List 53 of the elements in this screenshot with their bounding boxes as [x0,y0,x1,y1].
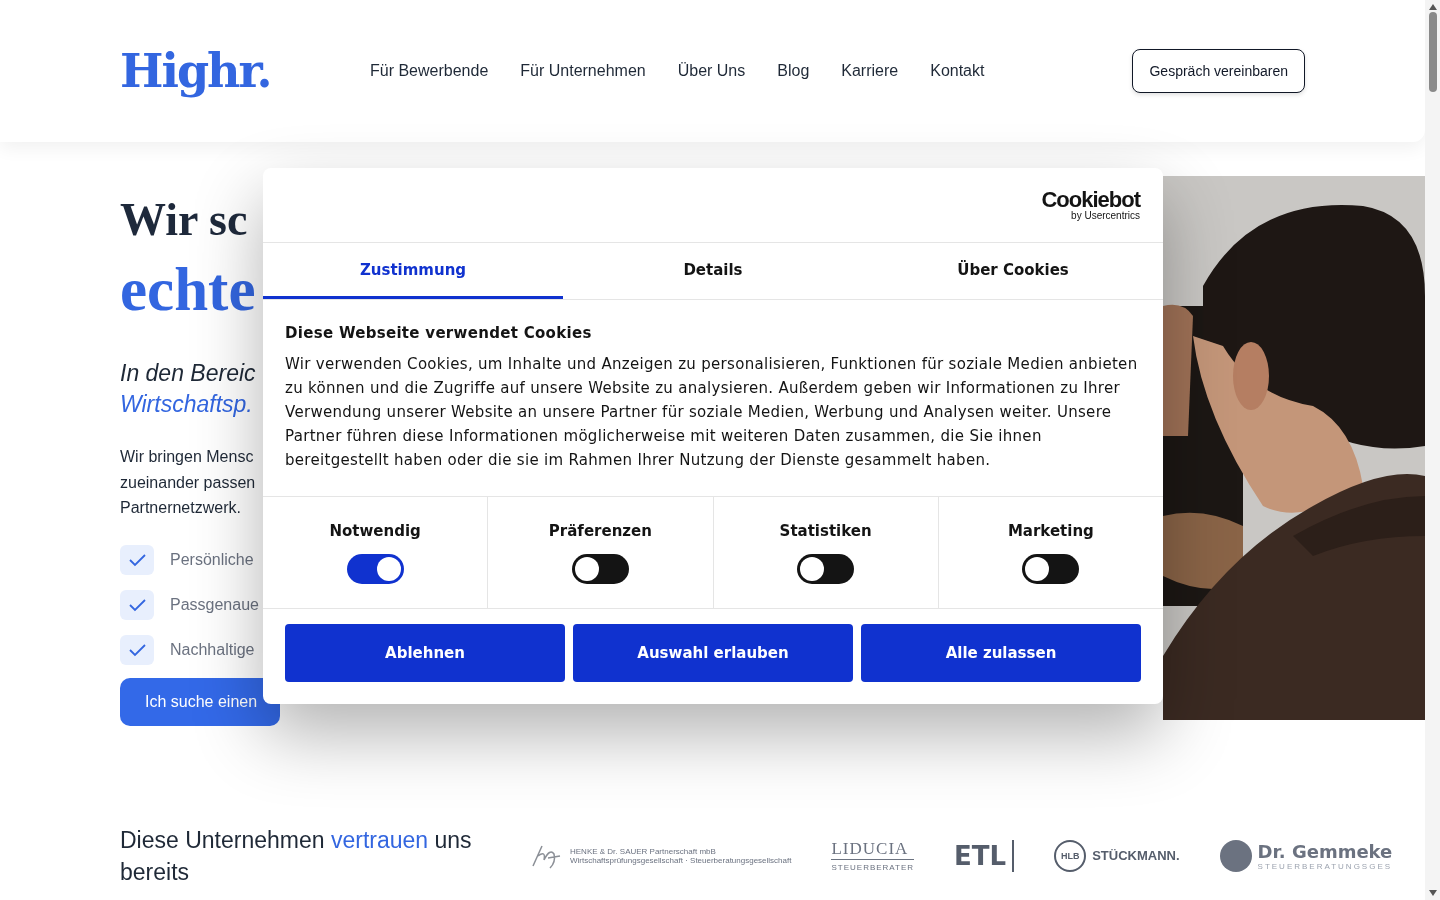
toggle-switch[interactable] [797,553,855,584]
brand-subtitle: by Usercentrics [1071,211,1140,221]
appointment-button[interactable]: Gespräch vereinbaren [1132,49,1305,93]
subheading-line: Wirtschaftsp. [120,390,254,419]
feature-label: Persönliche [170,550,254,569]
category-label: Präferenzen [548,521,652,540]
subheading-line: In den Bereic [120,359,257,388]
dialog-text: Wir verwenden Cookies, um Inhalte und Anzeigen zu personalisieren, Funktionen für soziale Medien anbieten zu können und die Zugriffe auf unsere Website zu analysieren. Außerdem geben wir Informationen zu Ihrer Verwendung unserer Website an unsere Partner für soziale Medien, Werbung und Analysen weiter. Unsere Partner führen diese Informationen möglicherweise mit weiteren Daten zusammen, die Sie ihnen bereitgestellt haben oder die sie im Rahmen Ihrer Nutzung der Dienste gesammelt haben. [285,354,1139,471]
logo-name: LIDUCIA [831,839,915,860]
logo-name: ETL [954,840,1007,871]
logo-name: STÜCKMANN. [1092,848,1180,863]
toggle-switch[interactable] [1022,553,1080,584]
intro-paragraph: Wir bringen Mensc zueinander passen Partnernetzwerk. [120,447,257,518]
logo-tagline: STEUERBERATER [831,863,915,872]
checkmark-icon [120,634,154,665]
nav-link[interactable]: Kontakt [930,62,985,80]
logo-tagline: Wirtschaftsprüfungsgesellschaft · Steuerberatungsgesellschaft [570,855,792,865]
scroll-down-icon[interactable] [1428,890,1437,896]
nav-link[interactable]: Für Unternehmen [520,62,646,80]
feature-label: Nachhaltige [170,640,255,659]
headline-line: echte [120,255,257,325]
scrollbar-thumb[interactable] [1428,12,1437,92]
category-label: Statistiken [779,521,872,540]
section-title: Diese Unternehmen vertrauen uns bereits [120,825,473,887]
checkmark-icon [120,589,154,620]
nav-link[interactable]: Über Uns [677,62,746,80]
bar-icon [1012,839,1015,872]
checkmark-icon [120,544,154,575]
dialog-tab[interactable]: Über Cookies [863,243,1163,299]
logo-badge: HLB [1054,839,1087,872]
logo-name: HENKE & Dr. SAUER Partnerschaft mbB [570,846,717,856]
headline-line: Wir sc [120,193,249,247]
toggle-switch[interactable] [346,553,404,584]
logo-tagline: STEUERBERATUNGSGES [1257,861,1393,871]
nav-link[interactable]: Für Bewerbende [370,62,489,80]
brand-logo: Cookiebot [1041,189,1140,211]
dialog-tab[interactable]: Details [563,243,863,299]
consent-button[interactable]: Auswahl erlauben [573,624,853,682]
category-label: Marketing [1007,521,1094,540]
consent-button[interactable]: Alle zulassen [861,624,1141,682]
feature-label: Passgenaue [170,595,259,614]
consent-button[interactable]: Ablehnen [285,624,565,682]
logo-name: Dr. Gemmeke [1257,840,1393,862]
toggle-switch[interactable] [571,553,629,584]
circle-icon [1219,839,1252,872]
category-label: Notwendig [329,521,421,540]
logo[interactable]: Highr. [120,44,370,98]
dialog-tab[interactable]: Zustimmung [263,243,563,299]
nav-link[interactable]: Blog [777,62,810,80]
candidate-button[interactable]: Ich suche einen [120,677,280,726]
scroll-up-icon[interactable] [1428,4,1437,10]
nav-link[interactable]: Karriere [841,62,899,80]
dialog-title: Diese Webseite verwendet Cookies [285,324,593,342]
